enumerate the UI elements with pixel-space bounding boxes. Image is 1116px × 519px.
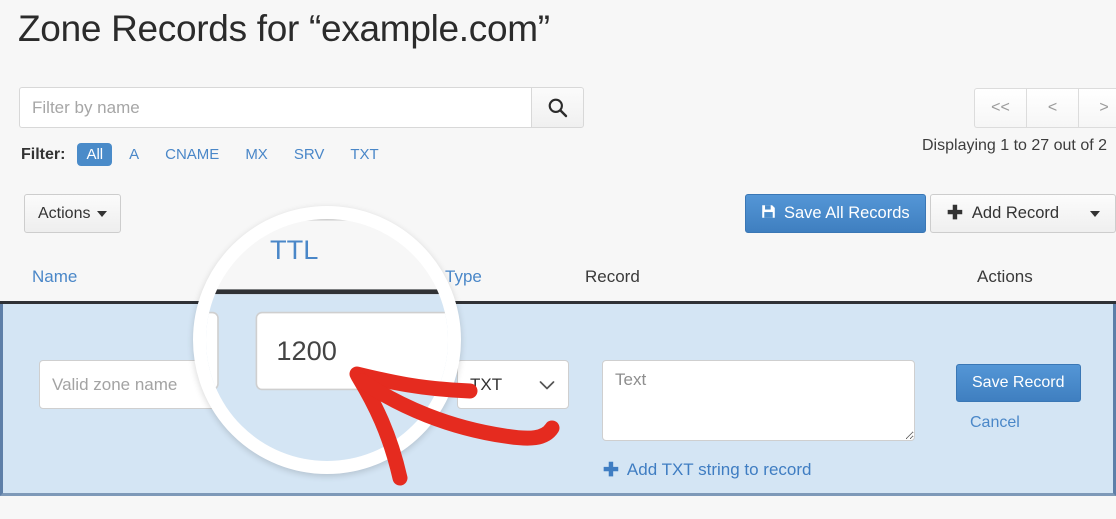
plus-icon: ✚ [947,203,963,224]
actions-dropdown-button[interactable]: Actions [24,194,122,233]
search-button[interactable] [531,87,584,128]
filter-pill-mx[interactable]: MX [236,143,277,166]
filter-pill-a[interactable]: A [120,143,148,166]
save-record-button[interactable]: Save Record [956,364,1081,402]
zone-records-page: Zone Records for “example.com” Filter: A… [0,0,1116,514]
search-input[interactable] [19,87,531,128]
lens-record-ttl-input: 1200 [255,311,448,391]
magnifier-lens-annotation: Name TTL Type Valid zone name 1200 TXT [193,206,461,474]
caret-down-icon [97,210,108,217]
column-header-actions: Actions [977,267,1033,286]
floppy-disk-icon [761,204,776,224]
caret-down-icon [1089,210,1100,217]
plus-icon: ✚ [603,459,619,481]
pagination-status: Displaying 1 to 27 out of 2 [922,137,1108,154]
column-header-type: Type [445,267,482,286]
pagination-first-button[interactable]: << [974,88,1026,128]
add-txt-string-link[interactable]: ✚ Add TXT string to record [603,460,812,480]
pagination-prev-button[interactable]: < [1026,88,1078,128]
save-all-records-button[interactable]: Save All Records [745,194,926,233]
pagination: << < > [974,88,1116,128]
table-header-row: Name TTL Type Record Actions [0,258,1116,304]
cancel-link[interactable]: Cancel [970,414,1020,432]
filter-search-group [19,87,584,128]
lens-column-header-ttl: TTL [270,235,319,266]
filter-label: Filter: [21,145,66,163]
add-record-dropdown-button[interactable] [1074,194,1116,233]
column-header-record: Record [585,267,640,286]
filter-pill-all[interactable]: All [77,143,113,166]
lens-header-band [206,220,448,290]
search-icon [547,97,568,118]
magnifier-content: Name TTL Type Valid zone name 1200 TXT [206,219,448,461]
filter-row: Filter: All A CNAME MX SRV TXT [21,143,396,166]
table-row-edit: TXT ✚ Add TXT string to record Save Reco… [0,304,1116,496]
filter-pill-cname[interactable]: CNAME [156,143,228,166]
add-txt-string-label: Add TXT string to record [626,460,812,479]
add-record-label: Add Record [971,204,1060,222]
record-text-textarea[interactable] [602,360,915,441]
filter-pill-txt[interactable]: TXT [341,143,387,166]
add-record-button[interactable]: ✚ Add Record [930,194,1077,233]
page-title: Zone Records for “example.com” [18,8,550,49]
filter-pill-srv[interactable]: SRV [285,143,334,166]
record-type-select[interactable]: TXT [457,360,569,409]
column-header-name: Name [32,267,78,286]
actions-label: Actions [38,204,91,222]
zone-records-table: Name TTL Type Record Actions TXT ✚ Add T… [0,258,1116,496]
pagination-next-button[interactable]: > [1078,88,1116,128]
save-all-records-label: Save All Records [784,204,910,222]
